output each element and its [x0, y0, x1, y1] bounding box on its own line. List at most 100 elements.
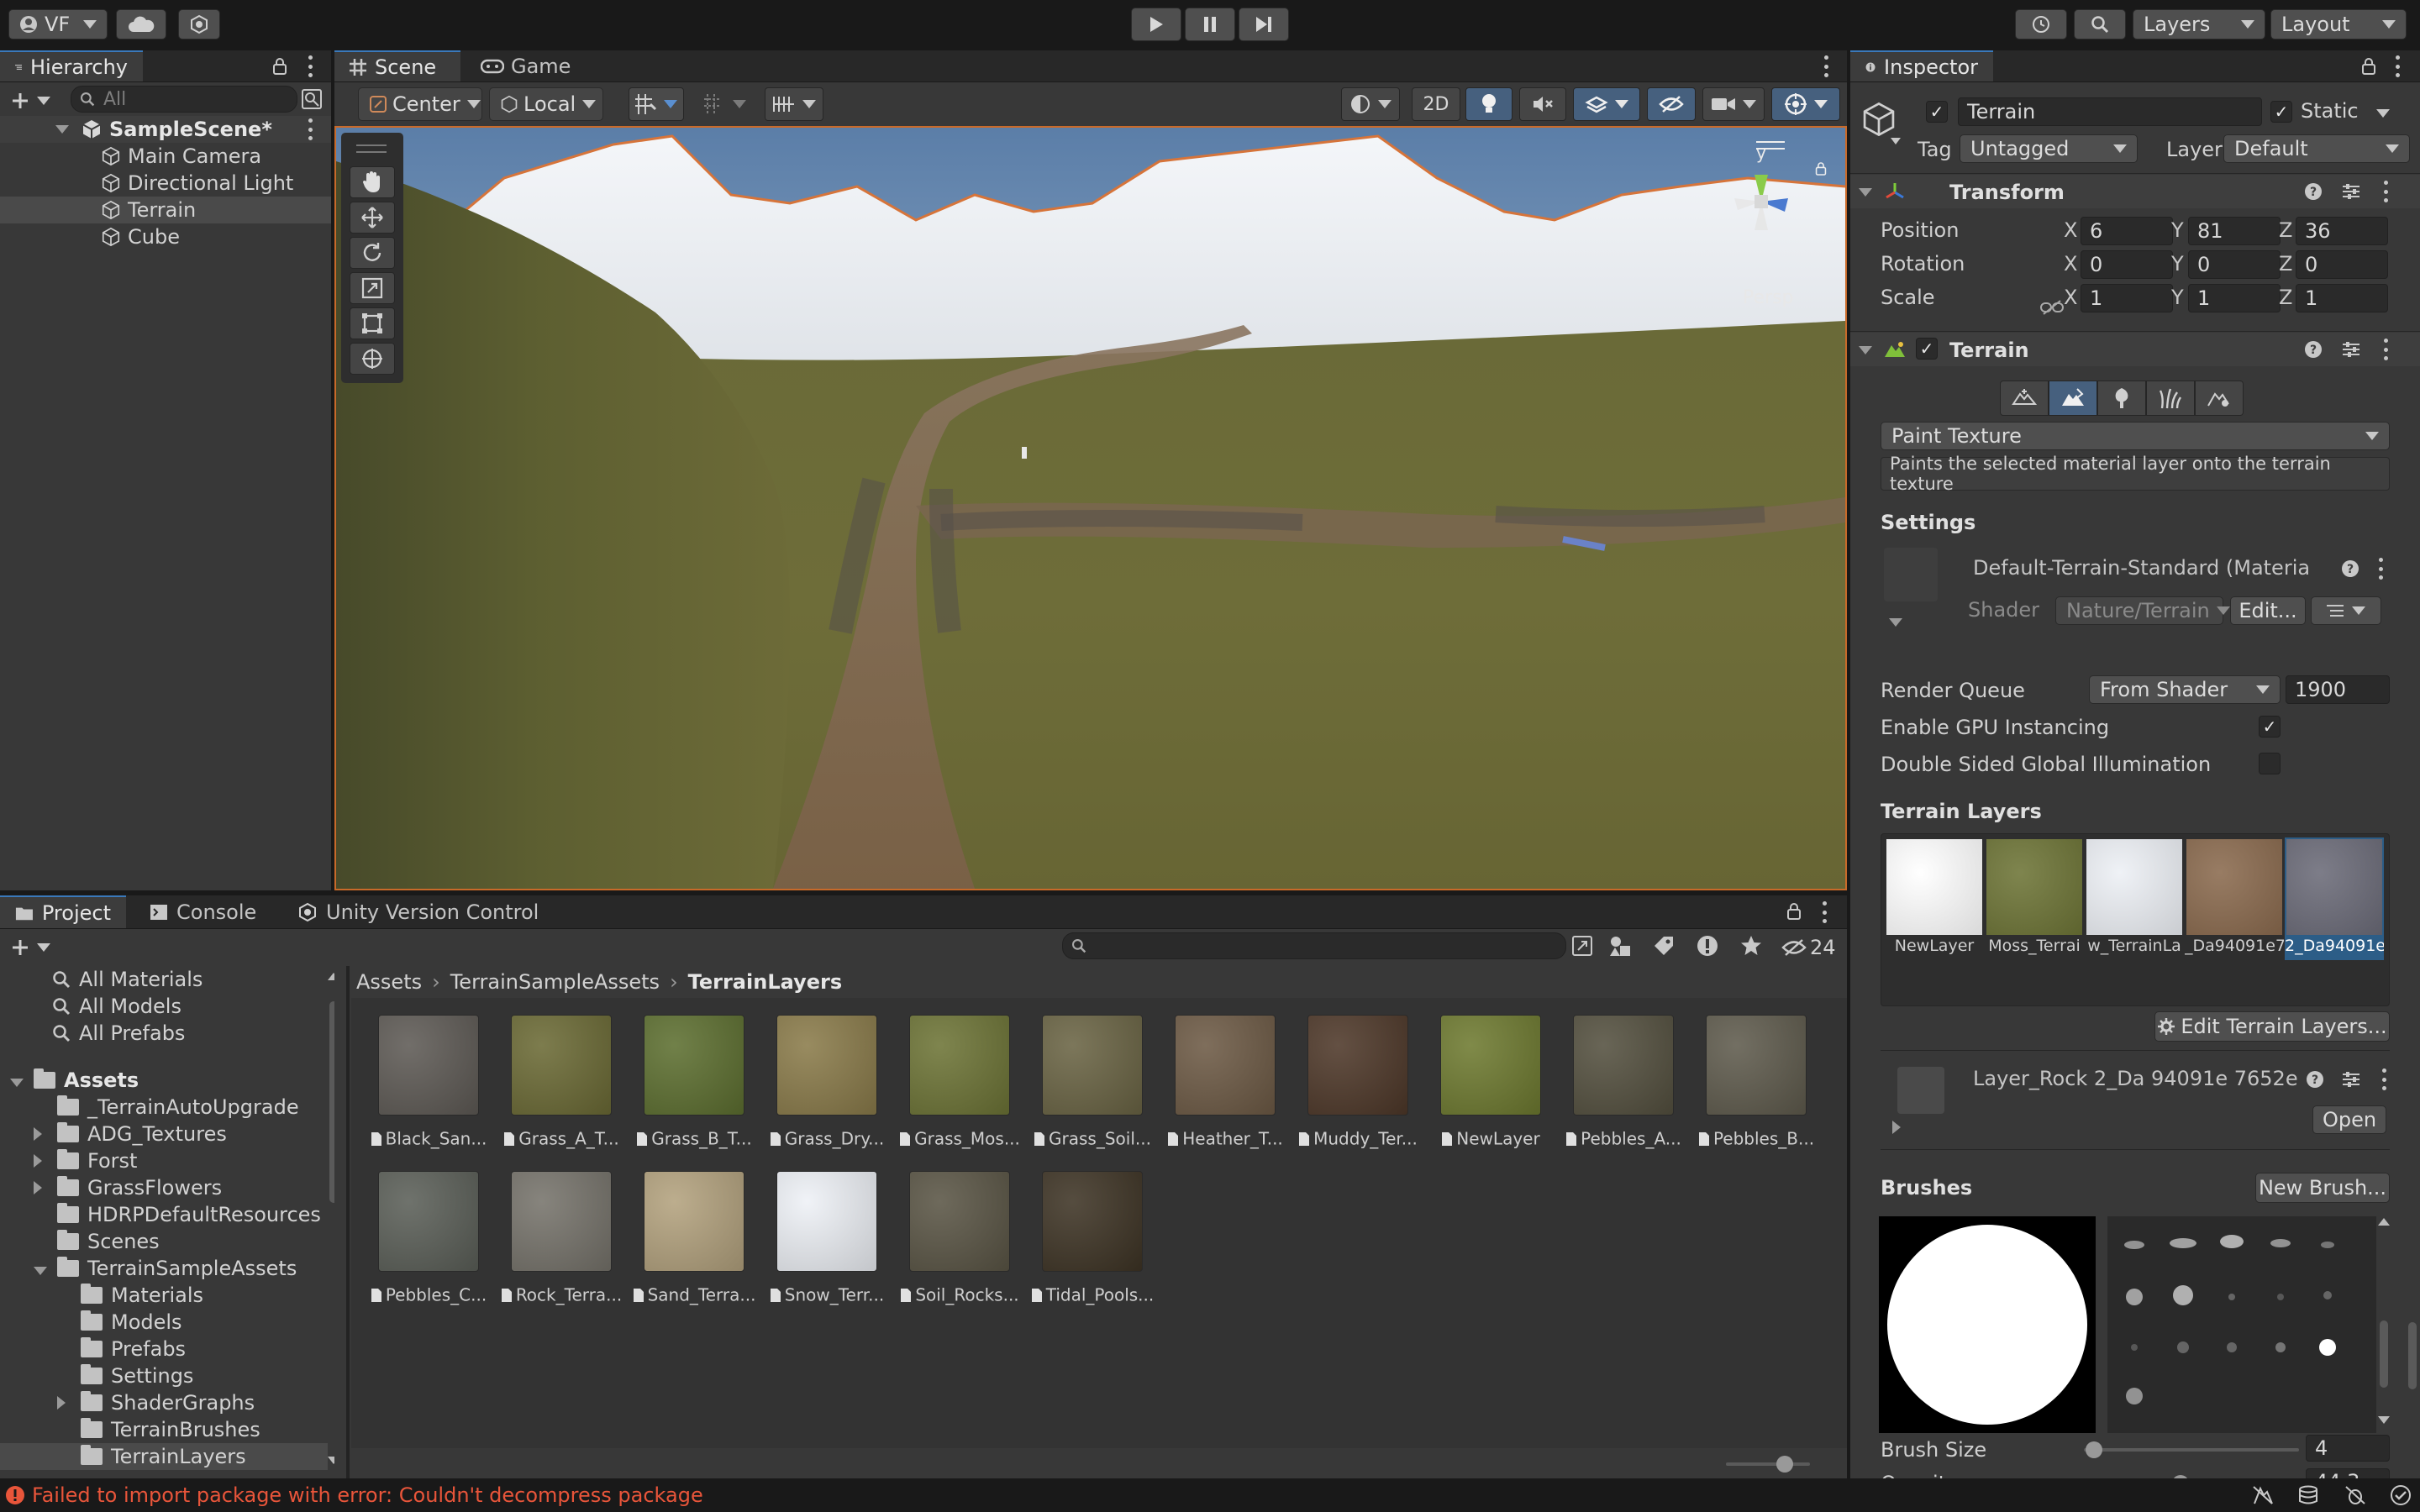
audio-toggle[interactable] [1519, 87, 1566, 121]
chevron-right-icon[interactable] [57, 1391, 74, 1415]
folder-tree-item[interactable]: Forst [0, 1147, 328, 1174]
chevron-right-icon[interactable] [1892, 1121, 1901, 1134]
scene-viewport[interactable]: y Persp [334, 126, 1847, 890]
asset-tile[interactable]: Black_San... [370, 1011, 487, 1163]
transform-z-field[interactable]: 36 [2296, 217, 2388, 245]
scene-menu-icon[interactable] [1823, 55, 1828, 77]
cache-server-icon[interactable] [2297, 1485, 2319, 1505]
tab-inspector[interactable]: Inspector [1850, 50, 1993, 81]
play-button[interactable] [1131, 8, 1181, 41]
2d-toggle[interactable]: 2D [1412, 87, 1460, 121]
lock-icon[interactable] [272, 57, 287, 76]
asset-tile[interactable]: Grass_A_T... [502, 1011, 620, 1163]
terrain-layer-tile[interactable]: 2_Da94091e [2285, 837, 2384, 960]
orientation-gizmo[interactable]: y Persp [1689, 141, 1840, 309]
help-icon[interactable]: ? [2304, 340, 2323, 359]
inspector-scrollbar-thumb[interactable] [2408, 1322, 2417, 1389]
layers-dropdown[interactable]: Layers [2133, 9, 2265, 39]
brush-list-scrollbar-thumb[interactable] [2380, 1320, 2388, 1388]
new-brush-button[interactable]: New Brush... [2255, 1173, 2390, 1203]
transform-tool-button[interactable] [350, 343, 395, 375]
asset-tile[interactable]: Pebbles_C... [370, 1168, 487, 1319]
grid-snap-button[interactable] [629, 87, 684, 121]
tab-scene[interactable]: Scene [334, 50, 460, 81]
folder-tree-item[interactable]: TerrainSampleAssets [0, 1255, 328, 1282]
opacity-field[interactable]: 44.3 [2306, 1468, 2390, 1478]
chevron-right-icon[interactable] [34, 1176, 50, 1200]
folder-tree-item[interactable]: Models [0, 1309, 328, 1336]
icon-size-slider[interactable] [1726, 1456, 1810, 1473]
brush-list-scrollbar[interactable] [2378, 1216, 2390, 1433]
history-button[interactable] [2015, 9, 2067, 39]
chevron-down-icon[interactable] [55, 125, 69, 134]
folder-tree-item[interactable]: Materials [0, 1282, 328, 1309]
tag-dropdown[interactable]: Untagged [1960, 134, 2138, 163]
folder-tree-item[interactable]: Scenes [0, 1228, 328, 1255]
lock-icon[interactable] [1786, 902, 1802, 921]
hidden-objects-toggle[interactable] [1647, 87, 1696, 121]
breadcrumb-item-terrainlayers[interactable]: TerrainLayers [688, 970, 842, 994]
component-menu-icon[interactable] [2383, 181, 2388, 202]
transform-x-field[interactable]: 6 [2081, 217, 2173, 245]
chevron-down-icon[interactable] [2376, 109, 2390, 118]
tab-hierarchy[interactable]: Hierarchy [0, 50, 143, 81]
status-error-message[interactable]: Failed to import package with error: Cou… [32, 1483, 703, 1507]
cloud-button[interactable] [116, 9, 166, 39]
help-icon[interactable]: ? [2306, 1070, 2324, 1089]
chevron-down-icon[interactable] [10, 1068, 27, 1092]
asset-tile[interactable]: Pebbles_B... [1697, 1011, 1815, 1163]
help-icon[interactable]: ? [2341, 559, 2360, 578]
project-menu-icon[interactable] [1822, 901, 1827, 923]
debug-mode-icon[interactable] [2344, 1485, 2366, 1505]
camera-settings-button[interactable] [1702, 87, 1765, 121]
object-name-field[interactable]: Terrain [1958, 97, 2262, 126]
hierarchy-create-button[interactable] [10, 86, 50, 116]
gameobject-icon[interactable] [1860, 101, 1897, 138]
transform-y-field[interactable]: 0 [2188, 250, 2281, 279]
rect-tool-button[interactable] [350, 307, 395, 339]
terrain-tool-dropdown[interactable]: Paint Texture [1881, 422, 2390, 450]
filter-by-label-icon[interactable] [1652, 934, 1676, 958]
open-layer-button[interactable]: Open [2312, 1105, 2386, 1134]
warning-filter-icon[interactable] [1696, 934, 1719, 958]
paint-terrain-button[interactable] [2049, 381, 2097, 416]
chevron-right-icon[interactable] [34, 1149, 50, 1173]
transform-x-field[interactable]: 1 [2081, 284, 2173, 312]
folder-tree-item[interactable]: GrassFlowers [0, 1174, 328, 1201]
folder-tree-item[interactable]: TerrainBrushes [0, 1416, 328, 1443]
scale-tool-button[interactable] [350, 272, 395, 304]
chevron-down-icon[interactable] [1859, 346, 1872, 354]
asset-tile[interactable]: Pebbles_A... [1565, 1011, 1682, 1163]
project-create-button[interactable] [10, 932, 50, 963]
gizmos-button[interactable] [1771, 87, 1840, 121]
presets-icon[interactable] [2341, 340, 2361, 359]
hierarchy-row[interactable]: Main Camera [0, 143, 331, 170]
tab-project[interactable]: Project [0, 895, 126, 928]
ruler-button[interactable] [765, 87, 823, 121]
checkmark-circle-icon[interactable] [2390, 1484, 2412, 1506]
projection-label[interactable]: Persp [1743, 287, 1794, 308]
icon-size-slider-thumb[interactable] [1776, 1456, 1793, 1473]
transform-x-field[interactable]: 0 [2081, 250, 2173, 279]
favorites-star-icon[interactable] [1739, 934, 1763, 958]
favorite-item[interactable]: All Materials [0, 966, 319, 993]
asset-tile[interactable]: Grass_B_T... [635, 1011, 753, 1163]
filter-by-type-icon[interactable] [1608, 934, 1632, 958]
project-search-input[interactable] [1062, 932, 1566, 959]
hand-tool-button[interactable] [350, 166, 395, 198]
render-queue-field[interactable]: 1900 [2286, 675, 2390, 704]
component-menu-icon[interactable] [2383, 339, 2388, 360]
pivot-dropdown[interactable]: Center [358, 87, 482, 121]
help-icon[interactable]: ? [2304, 182, 2323, 201]
folder-tree-item[interactable]: Prefabs [0, 1336, 328, 1362]
favorite-item[interactable]: All Prefabs [0, 1020, 319, 1047]
increment-snap-button[interactable] [704, 87, 755, 121]
favorite-item[interactable]: All Models [0, 993, 319, 1020]
tree-scrollbar-thumb[interactable] [329, 1001, 334, 1203]
inspector-menu-icon[interactable] [2395, 55, 2400, 77]
shader-dropdown[interactable]: Nature/Terrain [2055, 596, 2230, 625]
hierarchy-search-input[interactable]: All [71, 86, 297, 113]
material-name[interactable]: Default-Terrain-Standard (Materia [1973, 556, 2309, 580]
folder-tree-item[interactable]: Settings [0, 1362, 328, 1389]
create-neighbor-terrains-button[interactable] [2000, 381, 2049, 416]
